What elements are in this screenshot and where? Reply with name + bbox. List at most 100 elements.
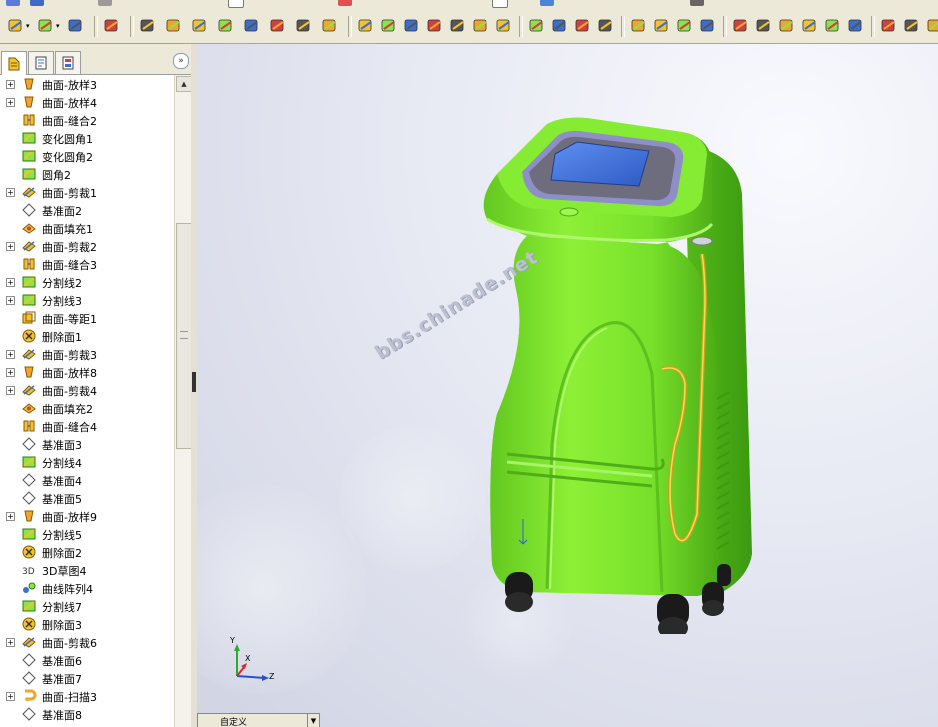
expand-toggle[interactable]: + bbox=[6, 350, 15, 359]
loft-surface-icon[interactable] bbox=[425, 16, 445, 36]
expand-toggle[interactable]: + bbox=[6, 80, 15, 89]
tree-scrollbar[interactable]: ▲ bbox=[174, 75, 192, 727]
tree-item[interactable]: 曲面填充2 bbox=[0, 399, 174, 417]
thicken-icon[interactable] bbox=[294, 16, 314, 36]
options-icon[interactable] bbox=[925, 16, 938, 36]
open-icon[interactable] bbox=[30, 0, 44, 6]
expand-toggle[interactable]: + bbox=[6, 188, 15, 197]
tree-item[interactable]: + 分割线2 bbox=[0, 273, 174, 291]
tree-item[interactable]: 曲面-等距1 bbox=[0, 309, 174, 327]
tree-item[interactable]: 基准面7 bbox=[0, 669, 174, 687]
tree-item[interactable]: 基准面8 bbox=[0, 705, 174, 723]
loft-icon[interactable] bbox=[268, 16, 288, 36]
expand-toggle[interactable]: + bbox=[6, 278, 15, 287]
tree-item[interactable]: + 曲面-剪裁1 bbox=[0, 183, 174, 201]
fill-icon[interactable] bbox=[471, 16, 491, 36]
wrap-icon[interactable] bbox=[190, 16, 210, 36]
scroll-up-button[interactable]: ▲ bbox=[176, 76, 192, 92]
units-icon[interactable] bbox=[6, 16, 26, 36]
deform-icon[interactable] bbox=[242, 16, 262, 36]
configuration-dropdown[interactable]: 自定义 ▼ bbox=[197, 713, 320, 727]
offset-icon[interactable] bbox=[494, 16, 514, 36]
tree-item[interactable]: + 曲面-扫描3 bbox=[0, 687, 174, 705]
tree-item[interactable]: + 曲面-剪裁3 bbox=[0, 345, 174, 363]
tree-item[interactable]: + 曲面-放样8 bbox=[0, 363, 174, 381]
tab-configuration-manager[interactable] bbox=[55, 51, 81, 74]
scroll-thumb[interactable] bbox=[176, 223, 192, 449]
trim-icon[interactable] bbox=[550, 16, 570, 36]
tree-item[interactable]: 基准面2 bbox=[0, 201, 174, 219]
project-curve-icon[interactable] bbox=[754, 16, 774, 36]
tree-item[interactable]: 曲面-缝合3 bbox=[0, 255, 174, 273]
untrim-icon[interactable] bbox=[596, 16, 616, 36]
tree-item[interactable]: 分割线7 bbox=[0, 597, 174, 615]
split-line-icon[interactable] bbox=[731, 16, 751, 36]
helix-icon[interactable] bbox=[800, 16, 820, 36]
chevron-down-icon[interactable]: ▾ bbox=[56, 22, 60, 30]
tree-item[interactable]: + 曲面-剪裁6 bbox=[0, 633, 174, 651]
tree-item[interactable]: + 曲面-放样3 bbox=[0, 75, 174, 93]
shell-icon[interactable] bbox=[320, 16, 340, 36]
tree-item[interactable]: 圆角2 bbox=[0, 165, 174, 183]
expand-toggle[interactable]: + bbox=[6, 386, 15, 395]
window-icon[interactable] bbox=[690, 0, 704, 6]
rib-icon[interactable] bbox=[138, 16, 158, 36]
tree-item[interactable]: + 曲面-剪裁2 bbox=[0, 237, 174, 255]
tree-item[interactable]: 曲线阵列4 bbox=[0, 579, 174, 597]
tree-item[interactable]: + 曲面-放样4 bbox=[0, 93, 174, 111]
model-3d-machine[interactable] bbox=[467, 114, 767, 634]
dome-icon[interactable] bbox=[216, 16, 236, 36]
rebuild-icon[interactable] bbox=[338, 0, 352, 6]
options-icon[interactable] bbox=[492, 0, 508, 8]
expand-toggle[interactable]: + bbox=[6, 638, 15, 647]
tree-item[interactable]: 基准面4 bbox=[0, 471, 174, 489]
expand-toggle[interactable]: + bbox=[6, 368, 15, 377]
expand-toggle[interactable]: + bbox=[6, 692, 15, 701]
tree-item[interactable]: 曲面-缝合4 bbox=[0, 417, 174, 435]
print-icon[interactable] bbox=[98, 0, 112, 6]
tools-icon[interactable] bbox=[902, 16, 922, 36]
sketch-icon[interactable] bbox=[879, 16, 899, 36]
chevron-down-icon[interactable]: ▼ bbox=[307, 714, 319, 727]
pattern-icon[interactable] bbox=[675, 16, 695, 36]
tree-item[interactable]: 删除面3 bbox=[0, 615, 174, 633]
tree-item[interactable]: 曲面-缝合2 bbox=[0, 111, 174, 129]
tree-item[interactable]: + 曲面-剪裁4 bbox=[0, 381, 174, 399]
tree-item[interactable]: 基准面3 bbox=[0, 435, 174, 453]
3d-sketch-icon[interactable] bbox=[823, 16, 843, 36]
chevron-down-icon[interactable]: ▾ bbox=[26, 22, 30, 30]
tab-feature-manager[interactable] bbox=[1, 51, 27, 75]
view-orientation-icon[interactable] bbox=[36, 16, 56, 36]
expand-toggle[interactable]: + bbox=[6, 296, 15, 305]
sweep-icon[interactable] bbox=[402, 16, 422, 36]
replace-face-icon[interactable] bbox=[652, 16, 672, 36]
expand-toggle[interactable]: + bbox=[6, 242, 15, 251]
tab-property-manager[interactable] bbox=[28, 51, 54, 74]
tree-item[interactable]: 曲面填充1 bbox=[0, 219, 174, 237]
help-icon[interactable] bbox=[540, 0, 554, 6]
tree-item[interactable]: 变化圆角1 bbox=[0, 129, 174, 147]
expand-toggle[interactable]: + bbox=[6, 98, 15, 107]
tree-item[interactable]: 分割线4 bbox=[0, 453, 174, 471]
feature-icon[interactable] bbox=[102, 16, 122, 36]
delete-face-icon[interactable] bbox=[629, 16, 649, 36]
expand-toggle[interactable]: + bbox=[6, 512, 15, 521]
select-icon[interactable] bbox=[228, 0, 244, 8]
tree-item[interactable]: 删除面2 bbox=[0, 543, 174, 561]
tree-item[interactable]: 删除面1 bbox=[0, 327, 174, 345]
composite-curve-icon[interactable] bbox=[777, 16, 797, 36]
tree-item[interactable]: 3D 3D草图4 bbox=[0, 561, 174, 579]
boundary-icon[interactable] bbox=[448, 16, 468, 36]
splitter-handle[interactable] bbox=[192, 372, 196, 392]
tree-item[interactable]: 变化圆角2 bbox=[0, 147, 174, 165]
extrude-surface-icon[interactable] bbox=[356, 16, 376, 36]
graphics-viewport[interactable]: bbs.chinade.net Y Z X 自定义 ▼ bbox=[197, 44, 938, 727]
smart-dimension-icon[interactable] bbox=[846, 16, 866, 36]
expand-panel-button[interactable]: » bbox=[173, 53, 189, 69]
new-file-icon[interactable] bbox=[6, 0, 20, 6]
extend-icon[interactable] bbox=[573, 16, 593, 36]
tree-item[interactable]: + 分割线3 bbox=[0, 291, 174, 309]
curve-icon[interactable] bbox=[698, 16, 718, 36]
tree-item[interactable]: 基准面6 bbox=[0, 651, 174, 669]
tree-item[interactable]: 基准面5 bbox=[0, 489, 174, 507]
